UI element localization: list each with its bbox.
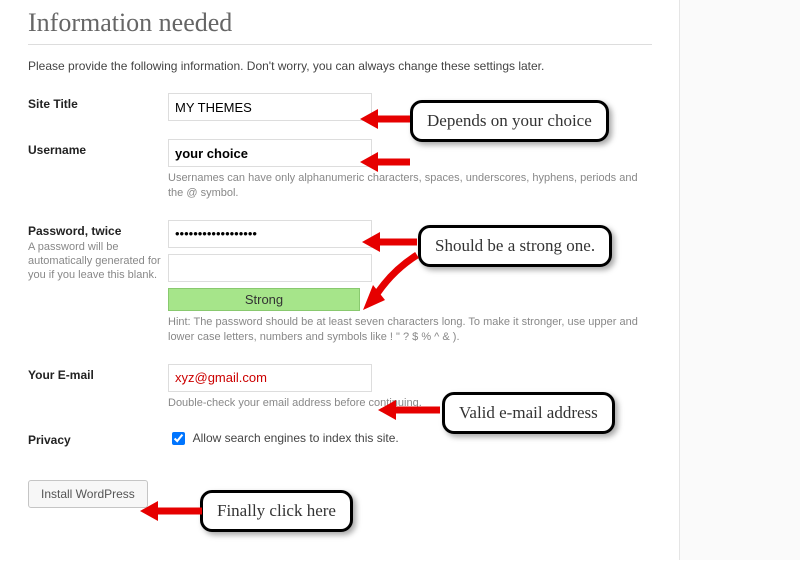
site-title-input[interactable] (168, 93, 372, 121)
right-gutter (679, 0, 800, 560)
annotation-install: Finally click here (200, 490, 353, 532)
page-heading: Information needed (28, 8, 652, 38)
privacy-label: Privacy (28, 429, 168, 447)
email-label: Your E-mail (28, 364, 168, 382)
site-title-label: Site Title (28, 93, 168, 111)
password-confirm-input[interactable] (168, 254, 372, 282)
annotation-site-title: Depends on your choice (410, 100, 609, 142)
annotation-email: Valid e-mail address (442, 392, 615, 434)
privacy-checkbox[interactable] (172, 432, 185, 445)
intro-text: Please provide the following information… (28, 59, 652, 73)
password-strength-indicator: Strong (168, 288, 360, 311)
username-hint: Usernames can have only alphanumeric cha… (168, 171, 638, 202)
password-input[interactable] (168, 220, 372, 248)
username-label: Username (28, 139, 168, 157)
divider (28, 44, 652, 45)
email-input[interactable] (168, 364, 372, 392)
username-input[interactable] (168, 139, 372, 167)
password-sublabel: A password will be automatically generat… (28, 240, 168, 283)
password-label-text: Password, twice (28, 224, 121, 238)
install-wordpress-button[interactable]: Install WordPress (28, 480, 148, 508)
annotation-password: Should be a strong one. (418, 225, 612, 267)
password-label: Password, twice A password will be autom… (28, 220, 168, 283)
password-hint: Hint: The password should be at least se… (168, 315, 638, 346)
privacy-checkbox-label: Allow search engines to index this site. (193, 431, 399, 445)
